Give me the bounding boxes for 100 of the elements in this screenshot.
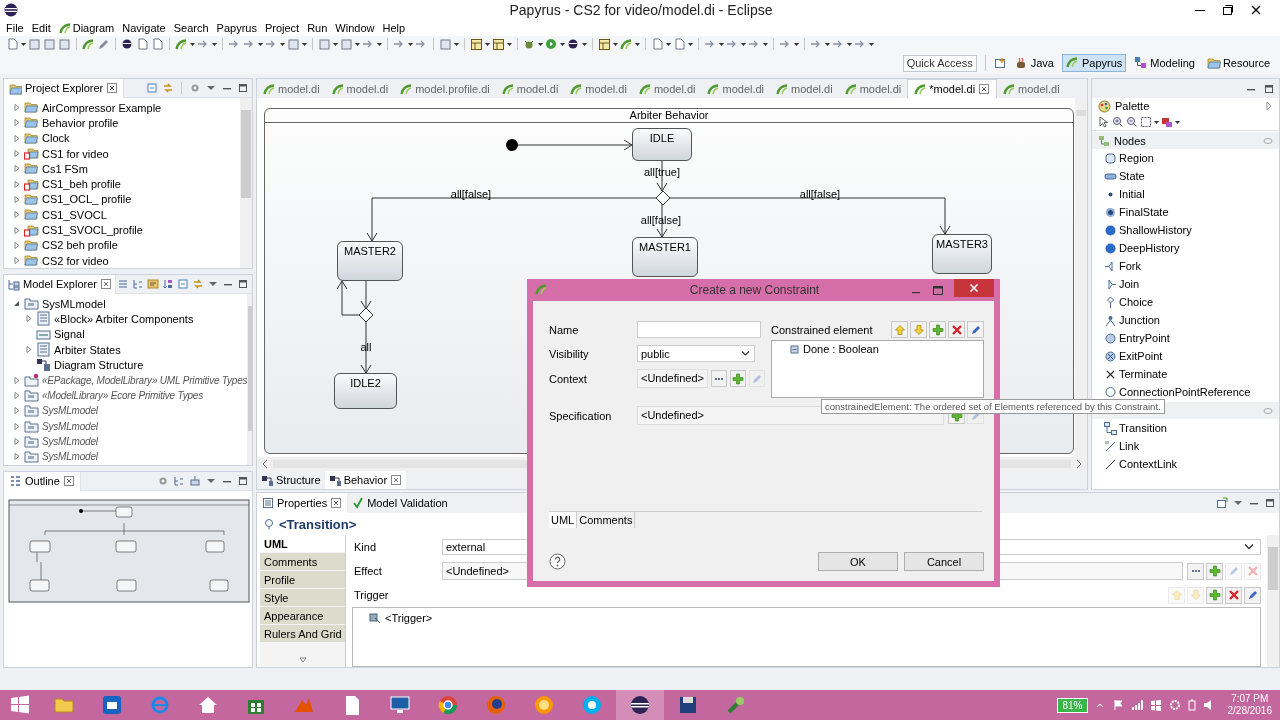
palette-tool[interactable]: Choice bbox=[1092, 293, 1279, 311]
editor-tab[interactable]: *model.di bbox=[907, 79, 998, 98]
menu-item[interactable]: Window bbox=[331, 22, 379, 34]
perspective-button[interactable]: Papyrus bbox=[1061, 54, 1127, 72]
tree-item[interactable]: SysMLmodel bbox=[42, 297, 106, 310]
editor-tab[interactable]: model.di bbox=[997, 79, 1066, 98]
menu-item[interactable]: Edit bbox=[27, 22, 55, 34]
view-tab[interactable]: Project Explorer bbox=[4, 78, 125, 98]
palette-tool[interactable]: Transition bbox=[1092, 419, 1279, 437]
diagram-tab[interactable]: Structure bbox=[257, 471, 325, 489]
tree-item[interactable]: SysMLmodel bbox=[42, 451, 98, 463]
menu-item[interactable]: Navigate bbox=[118, 22, 170, 34]
transition-label: all[true] bbox=[642, 166, 682, 178]
palette-tool[interactable]: ConnectionPointReference bbox=[1092, 383, 1279, 401]
context-field[interactable]: <Undefined> bbox=[637, 369, 708, 388]
tree-item[interactable]: «Block» Arbiter Components bbox=[54, 312, 194, 325]
list-item[interactable]: Done : Boolean bbox=[803, 343, 879, 355]
state-node[interactable]: MASTER2 bbox=[337, 241, 403, 281]
tree-item[interactable]: SysMLmodel bbox=[42, 405, 98, 417]
view-tab[interactable]: Outline bbox=[4, 471, 81, 491]
section-tab[interactable]: Comments bbox=[260, 553, 345, 571]
state-node[interactable]: MASTER3 bbox=[932, 234, 992, 274]
section-tab[interactable]: UML bbox=[260, 535, 345, 553]
properties-heading: <Transition> bbox=[279, 516, 357, 532]
dialog-title: Create a new Constraint bbox=[688, 283, 821, 297]
tree-item[interactable]: SysMLmodel bbox=[42, 435, 98, 447]
tree-item[interactable]: Cs1 FSm bbox=[42, 162, 88, 175]
editor-tab[interactable]: model.di bbox=[257, 79, 326, 98]
quick-access-field[interactable]: Quick Access bbox=[902, 54, 977, 72]
editor-tab[interactable]: model.di bbox=[495, 79, 565, 98]
section-tab[interactable]: Appearance bbox=[260, 607, 345, 625]
tree-item[interactable]: Behavior profile bbox=[42, 116, 119, 129]
dialog-button[interactable]: Cancel bbox=[904, 552, 984, 571]
tree-item[interactable]: AirCompressor Example bbox=[42, 101, 162, 114]
list-item[interactable]: <Trigger> bbox=[385, 612, 433, 624]
dialog-tab[interactable]: Comments bbox=[577, 512, 636, 528]
tree-item[interactable]: «EPackage, ModelLibrary» UML Primitive Types bbox=[42, 374, 248, 386]
section-tab[interactable]: Profile bbox=[260, 571, 345, 589]
tree-item[interactable]: CS1_SVOCL bbox=[42, 208, 107, 221]
section-tab[interactable]: Rulers And Grid bbox=[260, 625, 345, 643]
tree-item[interactable]: CS2 beh profile bbox=[42, 239, 118, 252]
menu-item[interactable]: Diagram bbox=[54, 22, 119, 34]
palette-tool[interactable]: Fork bbox=[1092, 257, 1279, 275]
palette-tool[interactable]: EntryPoint bbox=[1092, 329, 1279, 347]
perspective-button[interactable]: Java bbox=[1010, 54, 1058, 72]
palette-tool[interactable]: Junction bbox=[1092, 311, 1279, 329]
view-tab[interactable]: Model Validation bbox=[347, 493, 453, 513]
tree-item[interactable]: CS1_beh profile bbox=[42, 178, 121, 191]
menu-item[interactable]: Project bbox=[260, 22, 304, 34]
tree-item[interactable]: Diagram Structure bbox=[54, 358, 144, 371]
palette-tool[interactable]: State bbox=[1092, 167, 1279, 185]
section-tab[interactable]: Style bbox=[260, 589, 345, 607]
editor-tab[interactable]: model.di bbox=[632, 79, 702, 98]
menu-item[interactable]: Search bbox=[169, 22, 213, 34]
tree-item[interactable]: Signal bbox=[54, 328, 85, 341]
trigger-list[interactable]: <Trigger> bbox=[352, 607, 1261, 667]
editor-tab[interactable]: model.di bbox=[325, 79, 395, 98]
clock-date[interactable]: 2/28/2016 bbox=[1227, 705, 1272, 717]
menu-item[interactable]: Run bbox=[303, 22, 332, 34]
dialog-tab[interactable]: UML bbox=[549, 512, 578, 528]
drawer-header[interactable]: Nodes bbox=[1092, 132, 1279, 149]
tree-item[interactable]: Arbiter States bbox=[54, 343, 121, 356]
tree-item[interactable]: «ModelLibrary» Ecore Primitive Types bbox=[42, 389, 203, 401]
perspective-button[interactable]: Resource bbox=[1202, 54, 1274, 72]
editor-tab[interactable]: model.profile.di bbox=[394, 79, 496, 98]
tree-item[interactable]: CS1_OCL_ profile bbox=[42, 193, 132, 206]
palette-tool[interactable]: Initial bbox=[1092, 185, 1279, 203]
palette-tool[interactable]: ContextLink bbox=[1092, 455, 1279, 473]
palette-tool[interactable]: ShallowHistory bbox=[1092, 221, 1279, 239]
tree-item[interactable]: SysMLmodel bbox=[42, 420, 98, 432]
palette-tool[interactable]: FinalState bbox=[1092, 203, 1279, 221]
palette-tool[interactable]: Region bbox=[1092, 149, 1279, 167]
menu-item[interactable]: Help bbox=[378, 22, 410, 34]
editor-tab[interactable]: model.di bbox=[564, 79, 633, 98]
clock-time[interactable]: 7:07 PM bbox=[1231, 693, 1269, 705]
palette-tool[interactable]: Join bbox=[1092, 275, 1279, 293]
tree-item[interactable]: Clock bbox=[42, 132, 70, 145]
palette-tool[interactable]: DeepHistory bbox=[1092, 239, 1279, 257]
tree-item[interactable]: CS2 for video bbox=[42, 254, 109, 267]
view-tab[interactable]: Properties bbox=[257, 493, 348, 513]
palette-tool[interactable]: ExitPoint bbox=[1092, 347, 1279, 365]
constrained-element-list[interactable]: Done : Boolean bbox=[771, 340, 984, 398]
palette-tool[interactable]: Link bbox=[1092, 437, 1279, 455]
tree-item[interactable]: CS1_SVOCL_profile bbox=[42, 224, 143, 236]
tree-item[interactable]: CS1 for video bbox=[42, 147, 109, 160]
visibility-dropdown[interactable]: public bbox=[637, 345, 755, 362]
dialog-button[interactable]: OK bbox=[818, 552, 898, 571]
palette-tool[interactable]: Terminate bbox=[1092, 365, 1279, 383]
diagram-tab[interactable]: Behavior bbox=[324, 471, 407, 489]
state-node[interactable]: MASTER1 bbox=[632, 237, 698, 277]
menu-item[interactable]: Papyrus bbox=[212, 22, 261, 34]
editor-tab[interactable]: model.di bbox=[770, 79, 839, 98]
menu-item[interactable]: File bbox=[2, 22, 28, 34]
editor-tab[interactable]: model.di bbox=[701, 79, 771, 98]
palette-title: Palette bbox=[1115, 100, 1151, 112]
view-tab[interactable]: Model Explorer bbox=[4, 274, 116, 294]
perspective-button[interactable]: Modeling bbox=[1130, 54, 1199, 72]
state-node[interactable]: IDLE2 bbox=[334, 373, 397, 409]
state-node[interactable]: IDLE bbox=[632, 128, 692, 161]
editor-tab[interactable]: model.di bbox=[838, 79, 908, 98]
